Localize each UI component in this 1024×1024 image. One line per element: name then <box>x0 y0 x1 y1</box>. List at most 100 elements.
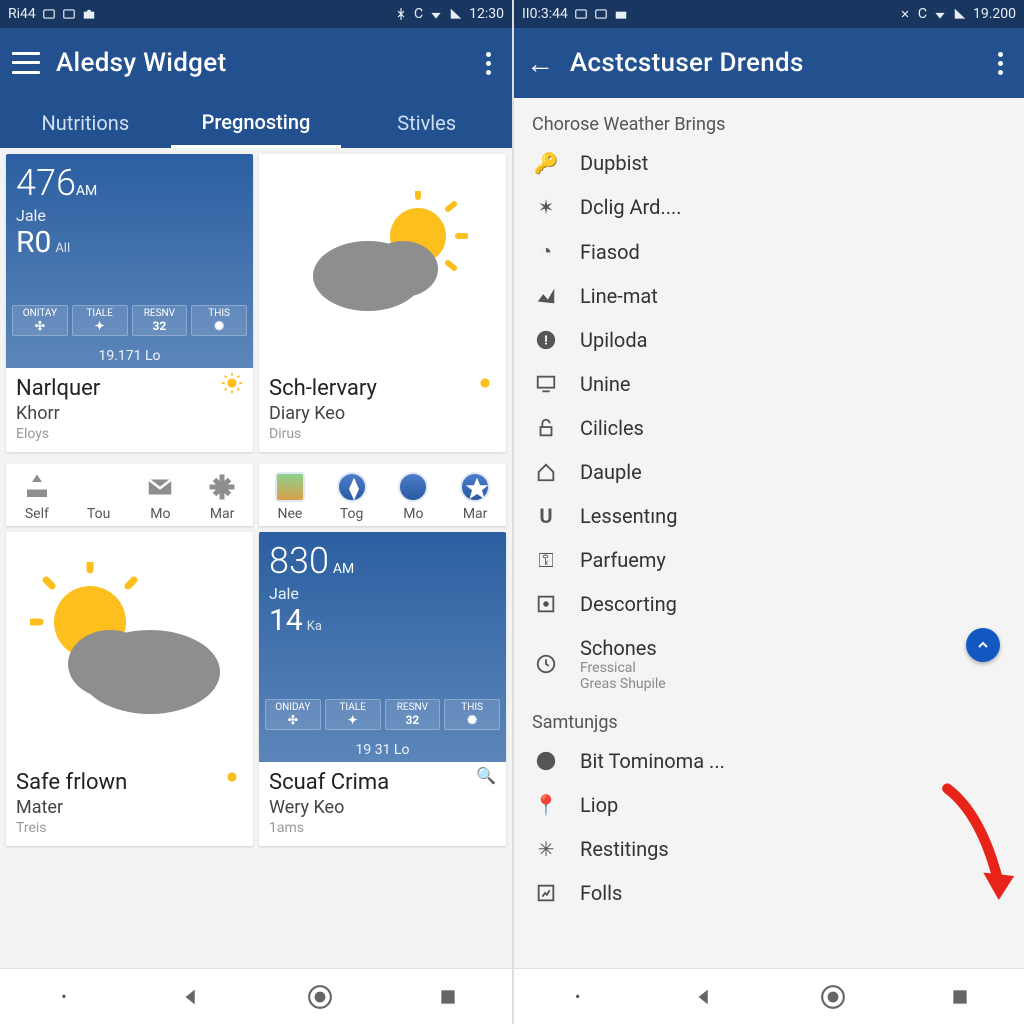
list-item[interactable]: ✶Dclig Ard.... <box>514 185 1024 229</box>
nav-dot-icon[interactable]: • <box>558 977 598 1017</box>
nav-dot-icon[interactable]: • <box>44 977 84 1017</box>
icon-cell[interactable]: Tog <box>321 472 383 522</box>
card-line2: Mater <box>16 797 243 818</box>
status-time: 12:30 <box>469 6 504 22</box>
u-icon: U <box>532 504 560 528</box>
wifi-icon <box>933 7 947 21</box>
icon-cell[interactable]: Mo <box>130 472 192 522</box>
preview-loc: Jale <box>16 206 243 225</box>
sun-icon <box>221 372 243 398</box>
nav-home-icon[interactable] <box>300 977 340 1017</box>
msg2-icon <box>62 7 76 21</box>
back-icon[interactable]: ← <box>526 49 554 77</box>
pin-icon: 📍 <box>532 793 560 817</box>
day-cell: RESNV32 <box>385 699 441 730</box>
list-label: Line-mat <box>580 284 658 308</box>
day-cell: ONIDAY✣ <box>265 699 321 730</box>
icon-cell[interactable]: Mar <box>444 472 506 522</box>
list-item[interactable]: 📍Liop <box>514 783 1024 827</box>
signal-icon <box>953 7 967 21</box>
widget-card[interactable]: 830 AM Jale 14 Ka ONIDAY✣ TIALE✦ RESNV32… <box>259 532 506 846</box>
tab-stivles[interactable]: Stivles <box>341 98 512 148</box>
nav-back-icon[interactable] <box>685 977 725 1017</box>
widget-grid: 476AM Jale R0 All ONITAY✣ TIALE✦ RESNV32… <box>0 148 512 968</box>
asterisk-icon: ✳ <box>532 837 560 861</box>
icon-row: Self Tou Mo Mar <box>6 464 253 526</box>
list-item[interactable]: ✳ Restitings <box>514 827 1024 871</box>
card-line3: 1ams <box>269 820 496 836</box>
list-item[interactable]: Line-mat <box>514 274 1024 318</box>
day-cell: THIS✺ <box>191 305 247 336</box>
widget-preview <box>259 154 506 368</box>
nav-home-icon[interactable] <box>813 977 853 1017</box>
circle-dot-icon: ◔ <box>532 239 560 264</box>
icon-cell[interactable]: Nee <box>259 472 321 522</box>
list-item[interactable]: Bit Tominoma ... <box>514 739 1024 783</box>
widget-card[interactable]: 476AM Jale R0 All ONITAY✣ TIALE✦ RESNV32… <box>6 154 253 452</box>
list-label: Dclig Ard.... <box>580 195 682 219</box>
scroll-up-fab[interactable] <box>966 628 1000 662</box>
briefcase-icon <box>82 7 96 21</box>
icon-cell[interactable]: Self <box>6 472 68 522</box>
list-label: Fiasod <box>580 240 640 264</box>
nav-back-icon[interactable] <box>172 977 212 1017</box>
signal-icon <box>449 7 463 21</box>
briefcase-icon <box>614 7 628 21</box>
wifi-icon <box>429 7 443 21</box>
tab-pregnosting[interactable]: Pregnosting <box>171 98 342 148</box>
app-bar: ← Acstcstuser Drends <box>514 28 1024 98</box>
list-sub: Greas Shupile <box>580 676 666 692</box>
card-title: Scuaf Crima <box>269 770 496 795</box>
screen-left: Ri44 C 12:30 Aledsy Widget Nutritions Pr… <box>0 0 512 1024</box>
overflow-icon[interactable] <box>988 52 1012 75</box>
section-header: Samtunjgs <box>514 702 1024 739</box>
list-label: Lessentıng <box>580 504 677 528</box>
widget-card[interactable]: Safe frlown Mater Treis <box>6 532 253 846</box>
card-line3: Eloys <box>16 426 243 442</box>
list-item[interactable]: Unine <box>514 362 1024 406</box>
icon-cell[interactable]: Tou <box>68 472 130 522</box>
app-bar: Aledsy Widget <box>0 28 512 98</box>
nav-recent-icon[interactable] <box>940 977 980 1017</box>
list-label: Restitings <box>580 837 669 861</box>
status-bar: II0:3:44 C 19.200 <box>514 0 1024 28</box>
list-item[interactable]: U Lessentıng <box>514 494 1024 538</box>
list-item[interactable]: !Upiloda <box>514 318 1024 362</box>
card-line2: Khorr <box>16 403 243 424</box>
list-label: Cilicles <box>580 416 644 440</box>
list-item[interactable]: Schones Fressical Greas Shupile <box>514 626 1024 702</box>
list-item[interactable]: ◔ Fiasod <box>514 229 1024 274</box>
clock-icon <box>532 653 560 675</box>
day-cell: THIS✺ <box>444 699 500 730</box>
card-title: Safe frlown <box>16 770 243 795</box>
settings-list[interactable]: Chorose Weather Brings 🔑Dupbist ✶Dclig A… <box>514 98 1024 968</box>
menu-icon[interactable] <box>12 49 40 77</box>
search-icon: 🔍 <box>476 766 496 785</box>
list-label: Bit Tominoma ... <box>580 749 725 773</box>
list-item[interactable]: Cilicles <box>514 406 1024 450</box>
info-icon <box>532 750 560 772</box>
tab-nutritions[interactable]: Nutritions <box>0 98 171 148</box>
list-item[interactable]: Dauple <box>514 450 1024 494</box>
svg-text:!: ! <box>544 334 547 349</box>
preview-temp: 14 <box>269 603 303 638</box>
icon-cell[interactable]: Mo <box>383 472 445 522</box>
list-item[interactable]: ⚿Parfuemy <box>514 538 1024 582</box>
status-bar: Ri44 C 12:30 <box>0 0 512 28</box>
nav-bar: • <box>0 968 512 1024</box>
list-item[interactable]: Descorting <box>514 582 1024 626</box>
list-label: Dupbist <box>580 151 648 175</box>
overflow-icon[interactable] <box>476 52 500 75</box>
app-title: Aledsy Widget <box>56 48 460 78</box>
icon-cell[interactable]: Mar <box>191 472 253 522</box>
preview-tempsub: Ka <box>307 619 322 634</box>
card-line2: Diary Keo <box>269 403 496 424</box>
list-label: Parfuemy <box>580 548 666 572</box>
screen-right: II0:3:44 C 19.200 ← Acstcstuser Drends C… <box>512 0 1024 1024</box>
nav-recent-icon[interactable] <box>428 977 468 1017</box>
list-item[interactable]: 🔑Dupbist <box>514 141 1024 185</box>
widget-card[interactable]: Sch-lervary Diary Keo Dirus <box>259 154 506 452</box>
list-item[interactable]: Folls <box>514 871 1024 915</box>
preview-am: AM <box>333 561 354 577</box>
preview-time: 830 <box>269 540 329 582</box>
